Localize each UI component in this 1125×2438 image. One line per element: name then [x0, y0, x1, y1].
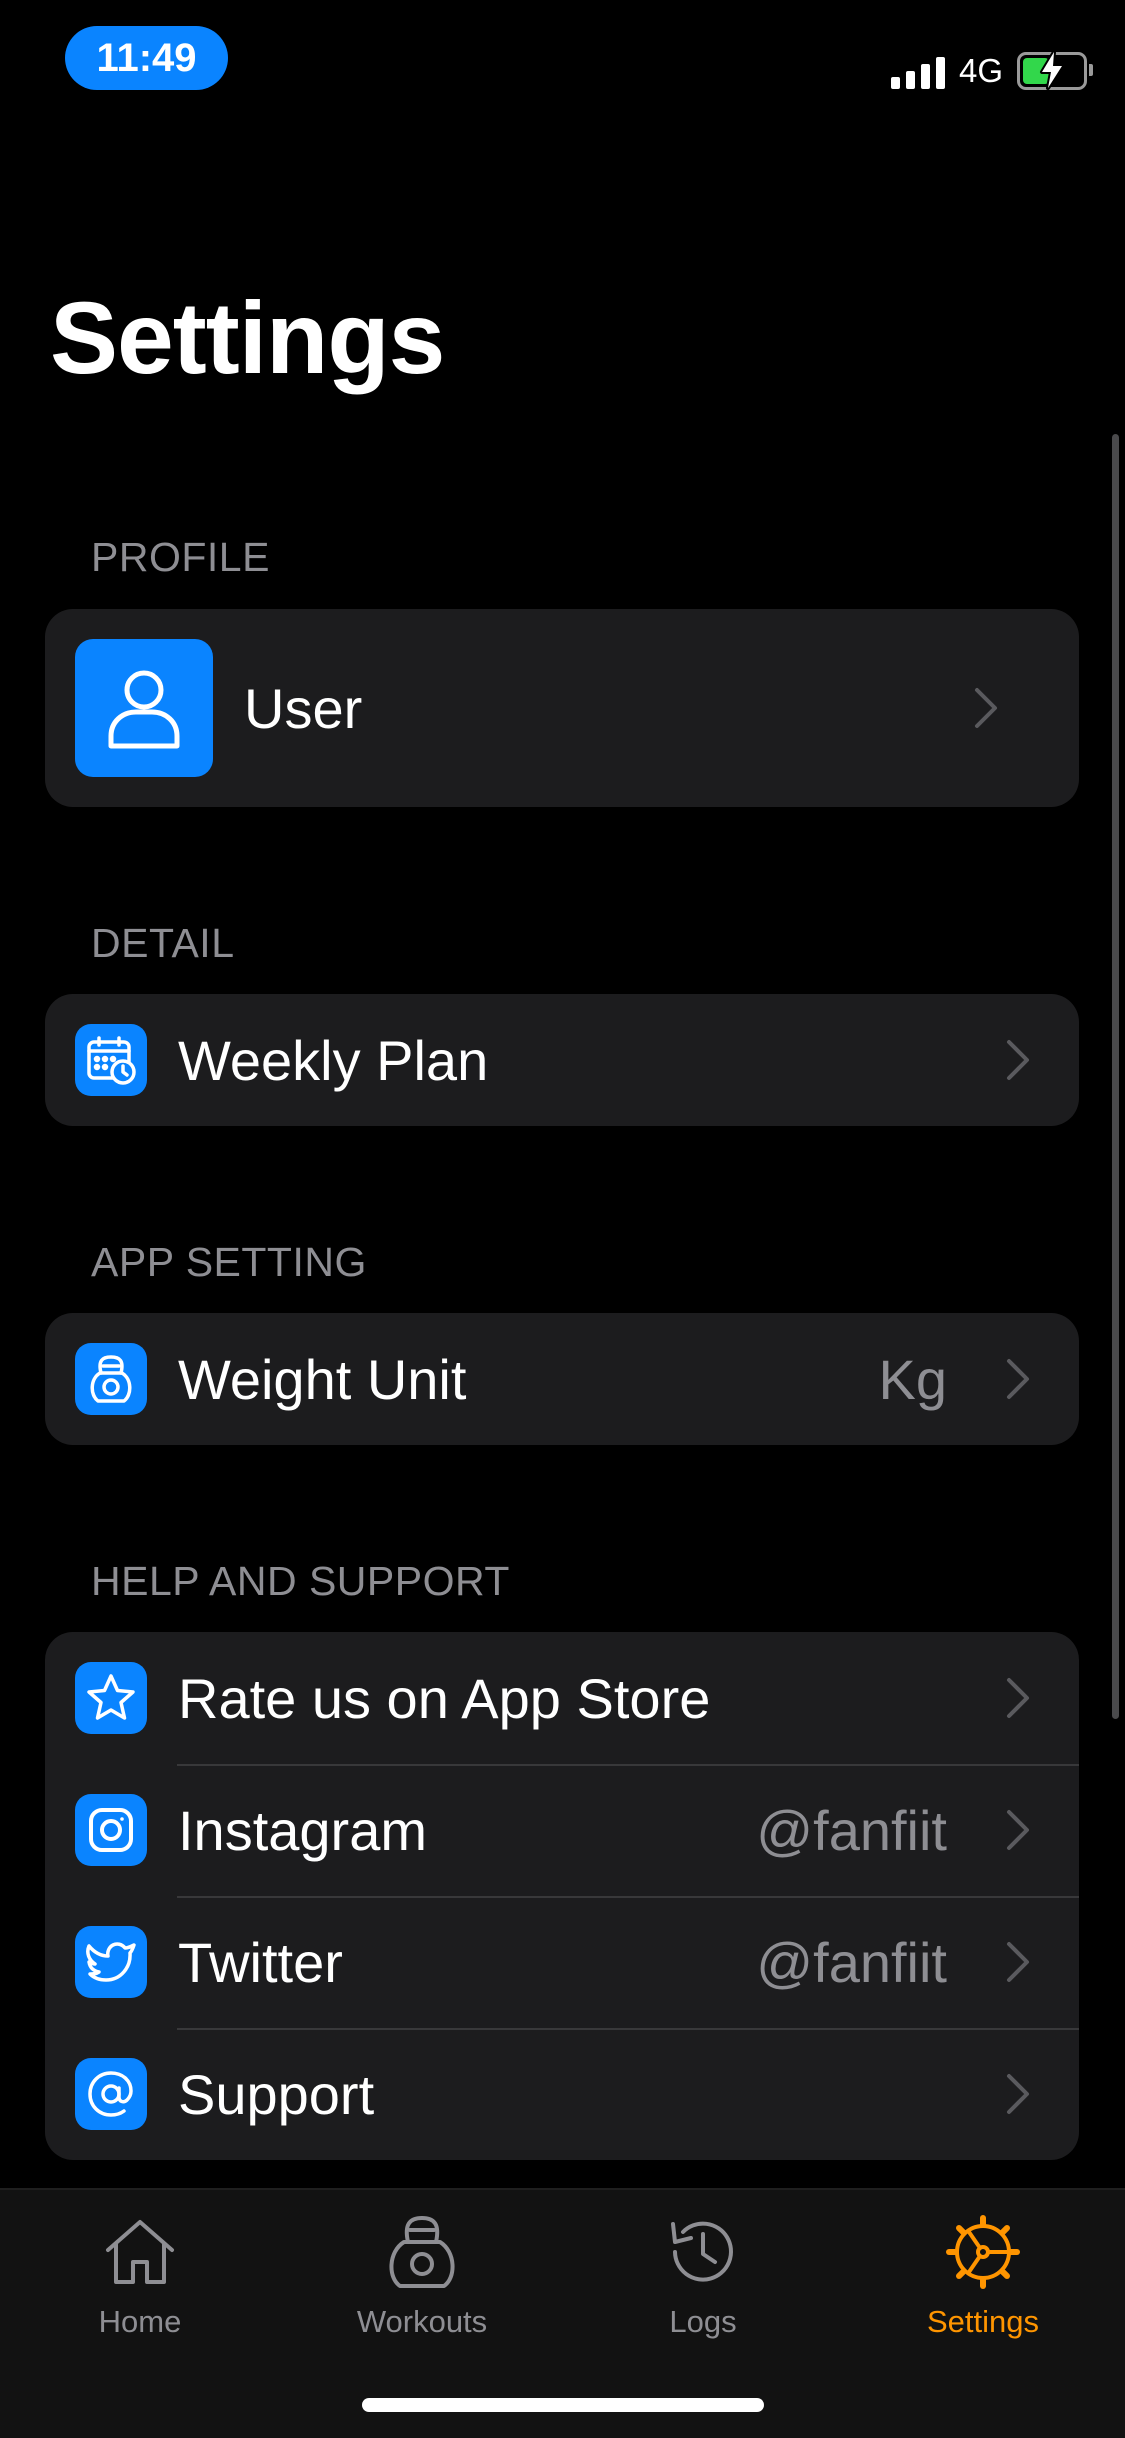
- tab-settings-label: Settings: [926, 2304, 1039, 2339]
- support-label: Support: [178, 2062, 375, 2126]
- page-title: Settings: [50, 281, 445, 395]
- help-support-card: Rate us on App Store Instagram @fanfiit …: [45, 1632, 1079, 2160]
- logs-icon: [671, 2221, 733, 2282]
- weight-unit-value: Kg: [878, 1347, 948, 1411]
- twitter-icon: [75, 1926, 147, 1998]
- weight-unit-row[interactable]: Weight Unit Kg: [45, 1313, 1079, 1445]
- app-setting-card: Weight Unit Kg: [45, 1313, 1079, 1445]
- instagram-icon: [75, 1794, 147, 1866]
- twitter-handle: @fanfiit: [756, 1930, 947, 1994]
- tab-workouts-label: Workouts: [356, 2304, 488, 2339]
- network-type: 4G: [958, 52, 1003, 89]
- home-icon: [106, 2220, 174, 2284]
- profile-card: User: [45, 609, 1079, 807]
- star-icon: [75, 1662, 147, 1734]
- settings-icon: [946, 2215, 1020, 2289]
- instagram-handle: @fanfiit: [756, 1798, 947, 1862]
- workouts-icon: [389, 2216, 455, 2288]
- section-header-app-setting: APP SETTING: [91, 1239, 367, 1285]
- tab-home[interactable]: Home: [30, 2212, 250, 2352]
- battery-icon: [1017, 50, 1093, 90]
- section-header-profile: PROFILE: [91, 534, 270, 580]
- chevron-right-icon: [1007, 1040, 1029, 1080]
- twitter-row[interactable]: Twitter @fanfiit: [45, 1896, 1079, 2028]
- rate-app-label: Rate us on App Store: [178, 1666, 711, 1730]
- section-header-help-support: HELP AND SUPPORT: [91, 1558, 510, 1604]
- home-indicator[interactable]: [362, 2398, 764, 2412]
- twitter-label: Twitter: [178, 1930, 343, 1994]
- instagram-label: Instagram: [178, 1798, 427, 1862]
- tab-logs-label: Logs: [669, 2304, 737, 2339]
- section-header-detail: DETAIL: [91, 920, 235, 966]
- weekly-plan-row[interactable]: Weekly Plan: [45, 994, 1079, 1126]
- chevron-right-icon: [1007, 1678, 1029, 1718]
- detail-card: Weekly Plan: [45, 994, 1079, 1126]
- signal-icon: [890, 53, 945, 89]
- user-row[interactable]: User: [45, 609, 1079, 807]
- user-icon: [75, 639, 213, 777]
- support-row[interactable]: Support: [45, 2028, 1079, 2160]
- kettlebell-icon: [75, 1343, 147, 1415]
- chevron-right-icon: [1007, 2074, 1029, 2114]
- status-time: 11:49: [65, 26, 228, 90]
- user-label: User: [244, 676, 363, 740]
- scroll-indicator[interactable]: [1112, 434, 1119, 1719]
- tab-settings[interactable]: Settings: [873, 2212, 1093, 2352]
- weight-unit-label: Weight Unit: [178, 1347, 467, 1411]
- tab-logs[interactable]: Logs: [593, 2212, 813, 2352]
- rate-app-row[interactable]: Rate us on App Store: [45, 1632, 1079, 1764]
- status-indicators: 4G: [890, 46, 1093, 96]
- chevron-right-icon: [1007, 1359, 1029, 1399]
- tab-home-label: Home: [98, 2304, 182, 2339]
- weekly-plan-label: Weekly Plan: [178, 1028, 489, 1092]
- chevron-right-icon: [1007, 1810, 1029, 1850]
- instagram-row[interactable]: Instagram @fanfiit: [45, 1764, 1079, 1896]
- chevron-right-icon: [975, 688, 997, 728]
- tab-workouts[interactable]: Workouts: [312, 2212, 532, 2352]
- chevron-right-icon: [1007, 1942, 1029, 1982]
- calendar-icon: [75, 1024, 147, 1096]
- at-sign-icon: [75, 2058, 147, 2130]
